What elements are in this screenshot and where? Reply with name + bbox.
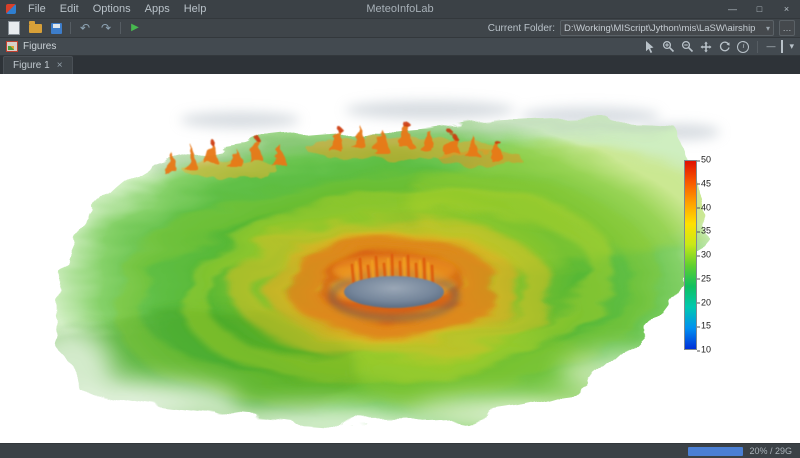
- run-button[interactable]: ▶: [126, 20, 144, 36]
- pan-button[interactable]: [700, 41, 712, 53]
- colorbar-tick-label: 35: [696, 225, 712, 236]
- window-title: MeteoInfoLab: [366, 3, 434, 15]
- memory-usage-text: 20% / 29G: [749, 446, 792, 456]
- figures-panel-title: Figures: [23, 41, 57, 52]
- new-file-icon: [8, 21, 20, 35]
- minimize-button[interactable]: —: [719, 0, 746, 18]
- browse-folder-button[interactable]: …: [779, 20, 795, 36]
- tab-label: Figure 1: [13, 60, 50, 71]
- colorbar-tick-label: 25: [696, 273, 712, 284]
- memory-progress-bar: [688, 446, 744, 456]
- colorbar-tick-label: 15: [696, 320, 712, 331]
- menu-edit[interactable]: Edit: [53, 0, 86, 18]
- close-button[interactable]: ×: [773, 0, 800, 18]
- zoom-in-button[interactable]: [662, 40, 675, 53]
- figure-content-area: 50 45 40 35 30 25 20 15 10: [0, 74, 800, 443]
- run-icon: ▶: [131, 22, 139, 33]
- colorbar-gradient: [684, 160, 697, 350]
- cursor-tool-button[interactable]: [644, 40, 656, 53]
- colorbar-ticks: 50 45 40 35 30 25 20 15 10: [696, 155, 741, 354]
- toolbar-separator: [120, 22, 121, 34]
- panel-menu-button[interactable]: ▾: [789, 42, 794, 51]
- menu-help[interactable]: Help: [177, 0, 214, 18]
- main-toolbar: ↶ ↷ ▶ Current Folder: D:\Working\MIScrip…: [0, 19, 800, 38]
- app-logo-icon: [6, 4, 16, 14]
- menu-options[interactable]: Options: [86, 0, 138, 18]
- colorbar-tick-label: 10: [696, 344, 712, 355]
- undo-icon: ↶: [79, 21, 91, 35]
- save-button[interactable]: [47, 20, 65, 36]
- colorbar: 50 45 40 35 30 25 20 15 10: [684, 155, 744, 354]
- current-folder-label: Current Folder:: [487, 22, 555, 34]
- identify-button[interactable]: i: [737, 40, 750, 53]
- colorbar-tick-label: 20: [696, 297, 712, 307]
- figbar-separator: [757, 40, 759, 53]
- panel-minimize-button[interactable]: —: [766, 42, 775, 51]
- cursor-icon: [646, 41, 654, 53]
- float-window-icon: [781, 40, 784, 53]
- open-button[interactable]: [26, 20, 44, 36]
- figure-tab-bar: Figure 1 ×: [0, 56, 800, 74]
- pan-icon: [700, 41, 712, 52]
- redo-button[interactable]: ↷: [97, 20, 115, 36]
- menu-apps[interactable]: Apps: [138, 0, 177, 18]
- new-script-button[interactable]: [5, 20, 23, 36]
- zoom-out-button[interactable]: [681, 40, 694, 53]
- status-bar: 20% / 29G: [0, 443, 800, 458]
- tab-figure-1[interactable]: Figure 1 ×: [3, 56, 73, 74]
- figure-canvas[interactable]: [0, 74, 800, 443]
- chevron-down-icon: ▾: [765, 23, 770, 33]
- current-folder-select[interactable]: D:\Working\MIScript\Jython\mis\LaSW\airs…: [560, 20, 774, 36]
- maximize-button[interactable]: □: [746, 0, 773, 18]
- storm-eye: [344, 276, 444, 308]
- panel-float-button[interactable]: [781, 40, 784, 53]
- zoom-out-icon: [682, 40, 694, 53]
- save-icon: [50, 22, 62, 34]
- title-bar: File Edit Options Apps Help MeteoInfoLab…: [0, 0, 800, 19]
- toolbar-separator: [70, 22, 71, 34]
- redo-icon: ↷: [100, 21, 112, 35]
- rotate-button[interactable]: [718, 41, 731, 53]
- info-icon: i: [737, 40, 750, 53]
- colorbar-tick-label: 30: [696, 249, 712, 260]
- figures-panel-header[interactable]: Figures i — ▾: [0, 38, 800, 56]
- undo-button[interactable]: ↶: [76, 20, 94, 36]
- colorbar-tick-label: 50: [696, 154, 712, 165]
- open-folder-icon: [28, 20, 42, 33]
- rotate-icon: [720, 41, 731, 51]
- menu-file[interactable]: File: [21, 0, 53, 18]
- colorbar-tick-label: 40: [696, 202, 712, 212]
- colorbar-tick-label: 45: [696, 178, 712, 189]
- current-folder-path: D:\Working\MIScript\Jython\mis\LaSW\airs…: [564, 22, 756, 34]
- tab-close-icon[interactable]: ×: [57, 60, 63, 71]
- figures-panel-icon: [6, 41, 18, 52]
- zoom-in-icon: [663, 40, 675, 53]
